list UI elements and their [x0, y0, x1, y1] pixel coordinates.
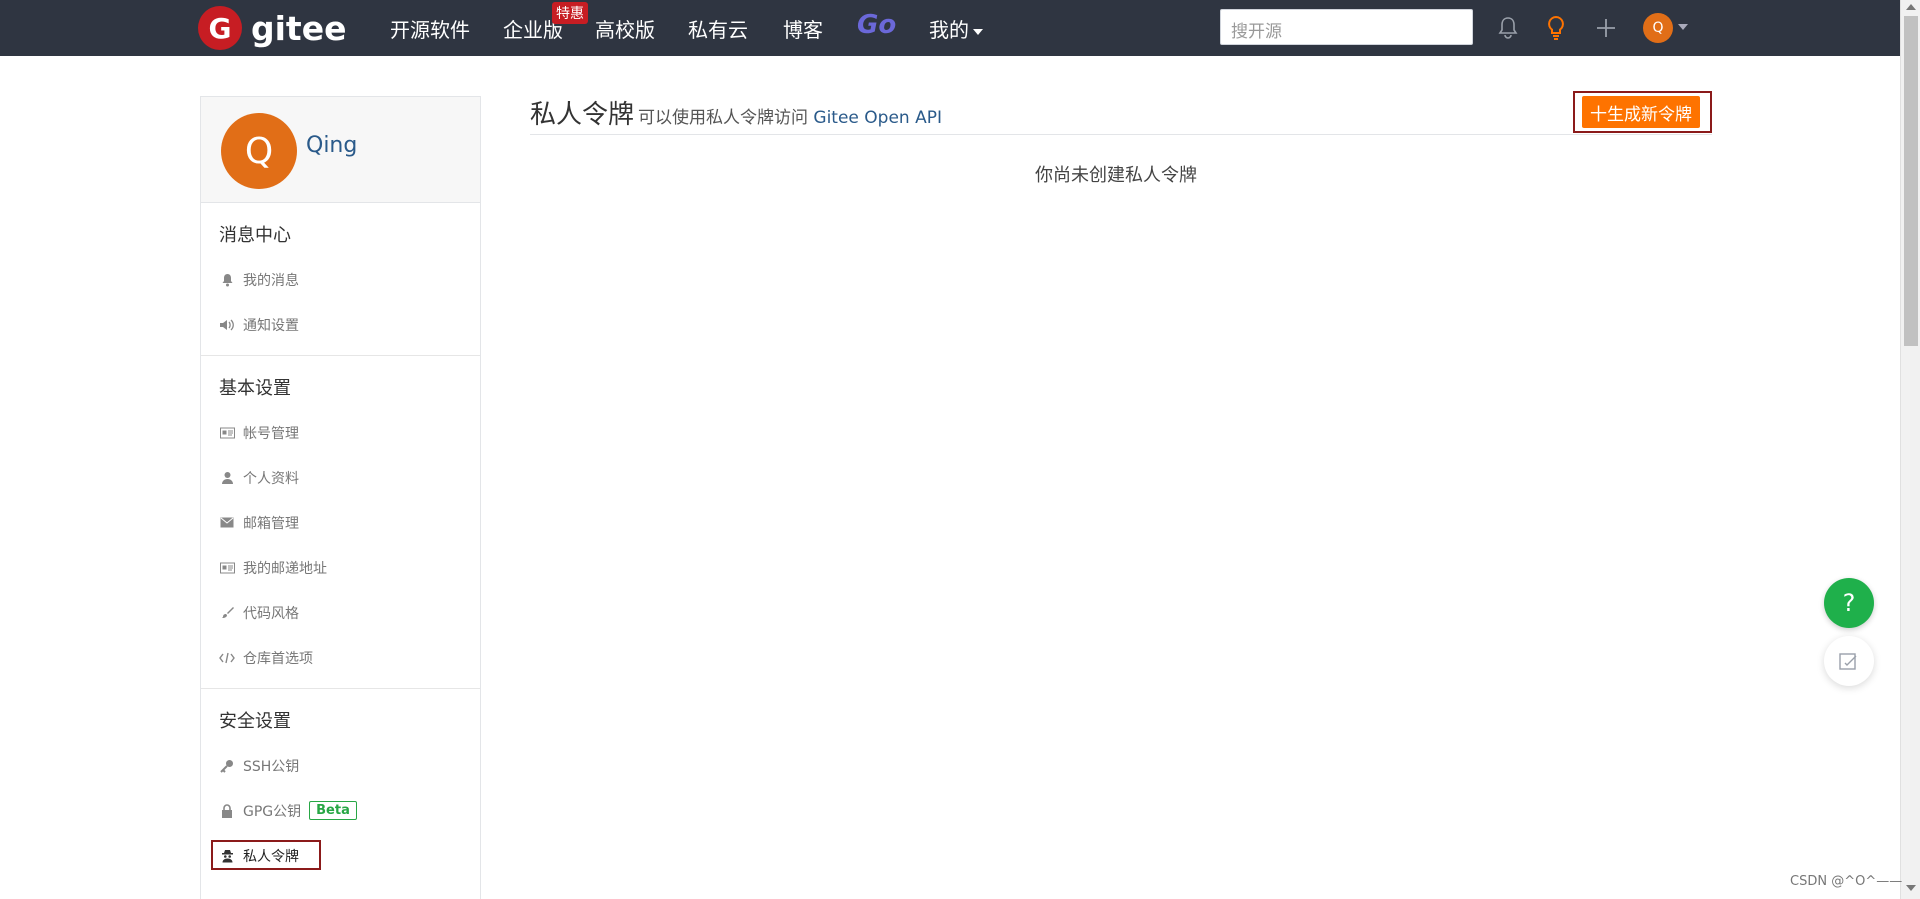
code-icon — [219, 650, 235, 666]
section-title-basic: 基本设置 — [219, 378, 291, 399]
sidebar-item-ssh-keys[interactable]: SSH公钥 — [201, 743, 480, 788]
avatar-chevron-down-icon[interactable] — [1678, 24, 1688, 30]
generate-token-button[interactable]: 十生成新令牌 — [1582, 96, 1700, 128]
sidebar-item-label: GPG公钥 — [243, 803, 302, 820]
empty-state-text: 你尚未创建私人令牌 — [1035, 165, 1197, 186]
sidebar-item-label: 我的消息 — [243, 272, 299, 289]
help-button[interactable]: ? — [1824, 578, 1874, 628]
user-avatar-menu[interactable]: Q — [1643, 13, 1673, 43]
scroll-thumb[interactable] — [1904, 16, 1918, 346]
gitee-open-api-link[interactable]: Gitee Open API — [813, 108, 942, 128]
user-icon — [219, 470, 235, 486]
main-content: 私人令牌 可以使用私人令牌访问 Gitee Open API 十生成新令牌 你尚… — [530, 91, 1712, 186]
section-messages: 消息中心 我的消息 通知设置 — [201, 203, 480, 356]
id-card-icon — [219, 425, 235, 441]
nav-mine-label: 我的 — [929, 18, 969, 42]
sidebar-item-label: 我的邮递地址 — [243, 560, 327, 577]
gitee-logo-mark: G — [198, 6, 242, 50]
avatar[interactable]: Q — [221, 113, 297, 189]
scroll-up-arrow-icon[interactable] — [1906, 4, 1916, 10]
gitee-logo[interactable]: G gitee — [198, 6, 346, 50]
sidebar-item-label: 通知设置 — [243, 317, 299, 334]
sidebar-item-label: 邮箱管理 — [243, 515, 299, 532]
page-subtitle: 可以使用私人令牌访问 Gitee Open API — [638, 103, 942, 128]
address-card-icon — [219, 560, 235, 576]
nav-private-cloud[interactable]: 私有云 — [688, 14, 748, 43]
page-title: 私人令牌 — [530, 100, 635, 130]
lightbulb-icon[interactable] — [1541, 13, 1571, 43]
nav-mine-dropdown[interactable]: 我的 — [929, 14, 983, 43]
lock-icon — [219, 803, 235, 819]
scroll-down-arrow-icon[interactable] — [1906, 885, 1916, 891]
sidebar-item-account[interactable]: 帐号管理 — [201, 410, 480, 455]
promo-badge: 特惠 — [552, 2, 588, 24]
sidebar-item-email[interactable]: 邮箱管理 — [201, 500, 480, 545]
feedback-button[interactable] — [1824, 636, 1874, 686]
sidebar-item-my-messages[interactable]: 我的消息 — [201, 257, 480, 302]
sidebar-item-notification-settings[interactable]: 通知设置 — [201, 302, 480, 347]
speaker-icon — [219, 317, 235, 333]
chevron-down-icon — [973, 28, 983, 35]
nav-blog[interactable]: 博客 — [783, 14, 823, 43]
sidebar-item-personal-tokens[interactable]: 私人令牌 — [201, 833, 480, 878]
page-header: 私人令牌 可以使用私人令牌访问 Gitee Open API 十生成新令牌 — [530, 91, 1712, 135]
section-security: 安全设置 SSH公钥 GPG公钥 Beta 私人令牌 — [201, 689, 480, 888]
section-title-messages: 消息中心 — [219, 225, 291, 246]
profile-card: Q Qing — [201, 97, 480, 203]
watermark: CSDN @^O^—— — [1790, 874, 1903, 889]
nav-university[interactable]: 高校版 — [595, 14, 655, 43]
section-title-security: 安全设置 — [219, 711, 291, 732]
beta-badge: Beta — [309, 801, 357, 820]
nav-go[interactable]: Go — [857, 10, 896, 40]
sidebar-item-mailing-address[interactable]: 我的邮递地址 — [201, 545, 480, 590]
bell-icon[interactable] — [1493, 13, 1523, 43]
bell-icon — [219, 272, 235, 288]
edit-icon — [1839, 653, 1857, 670]
sidebar-item-label: 仓库首选项 — [243, 650, 313, 667]
sidebar-item-repo-preferences[interactable]: 仓库首选项 — [201, 635, 480, 680]
section-basic: 基本设置 帐号管理 个人资料 邮箱管理 我的邮递地址 代码风格 仓库首选项 — [201, 356, 480, 689]
sidebar-item-gpg-keys[interactable]: GPG公钥 Beta — [201, 788, 480, 833]
key-icon — [219, 758, 235, 774]
sidebar-item-label: SSH公钥 — [243, 758, 300, 775]
sidebar-item-profile[interactable]: 个人资料 — [201, 455, 480, 500]
sidebar-item-label: 个人资料 — [243, 470, 299, 487]
subtitle-text: 可以使用私人令牌访问 — [638, 108, 808, 128]
envelope-icon — [219, 515, 235, 531]
highlight-box — [211, 840, 321, 870]
plus-icon[interactable] — [1591, 13, 1621, 43]
paintbrush-icon — [219, 605, 235, 621]
settings-sidebar: Q Qing 消息中心 我的消息 通知设置 基本设置 帐号管理 个人资料 邮箱管… — [200, 96, 481, 899]
sidebar-item-label: 帐号管理 — [243, 425, 299, 442]
vertical-scrollbar[interactable] — [1900, 0, 1920, 899]
username-link[interactable]: Qing — [306, 133, 357, 158]
sidebar-item-label: 代码风格 — [243, 605, 299, 622]
sidebar-item-code-style[interactable]: 代码风格 — [201, 590, 480, 635]
search-input[interactable]: 搜开源 — [1220, 9, 1473, 45]
top-navbar: G gitee 开源软件 企业版 特惠 高校版 私有云 博客 Go 我的 搜开源… — [0, 0, 1900, 56]
gitee-logo-text: gitee — [251, 8, 347, 48]
nav-open-source[interactable]: 开源软件 — [390, 14, 470, 43]
